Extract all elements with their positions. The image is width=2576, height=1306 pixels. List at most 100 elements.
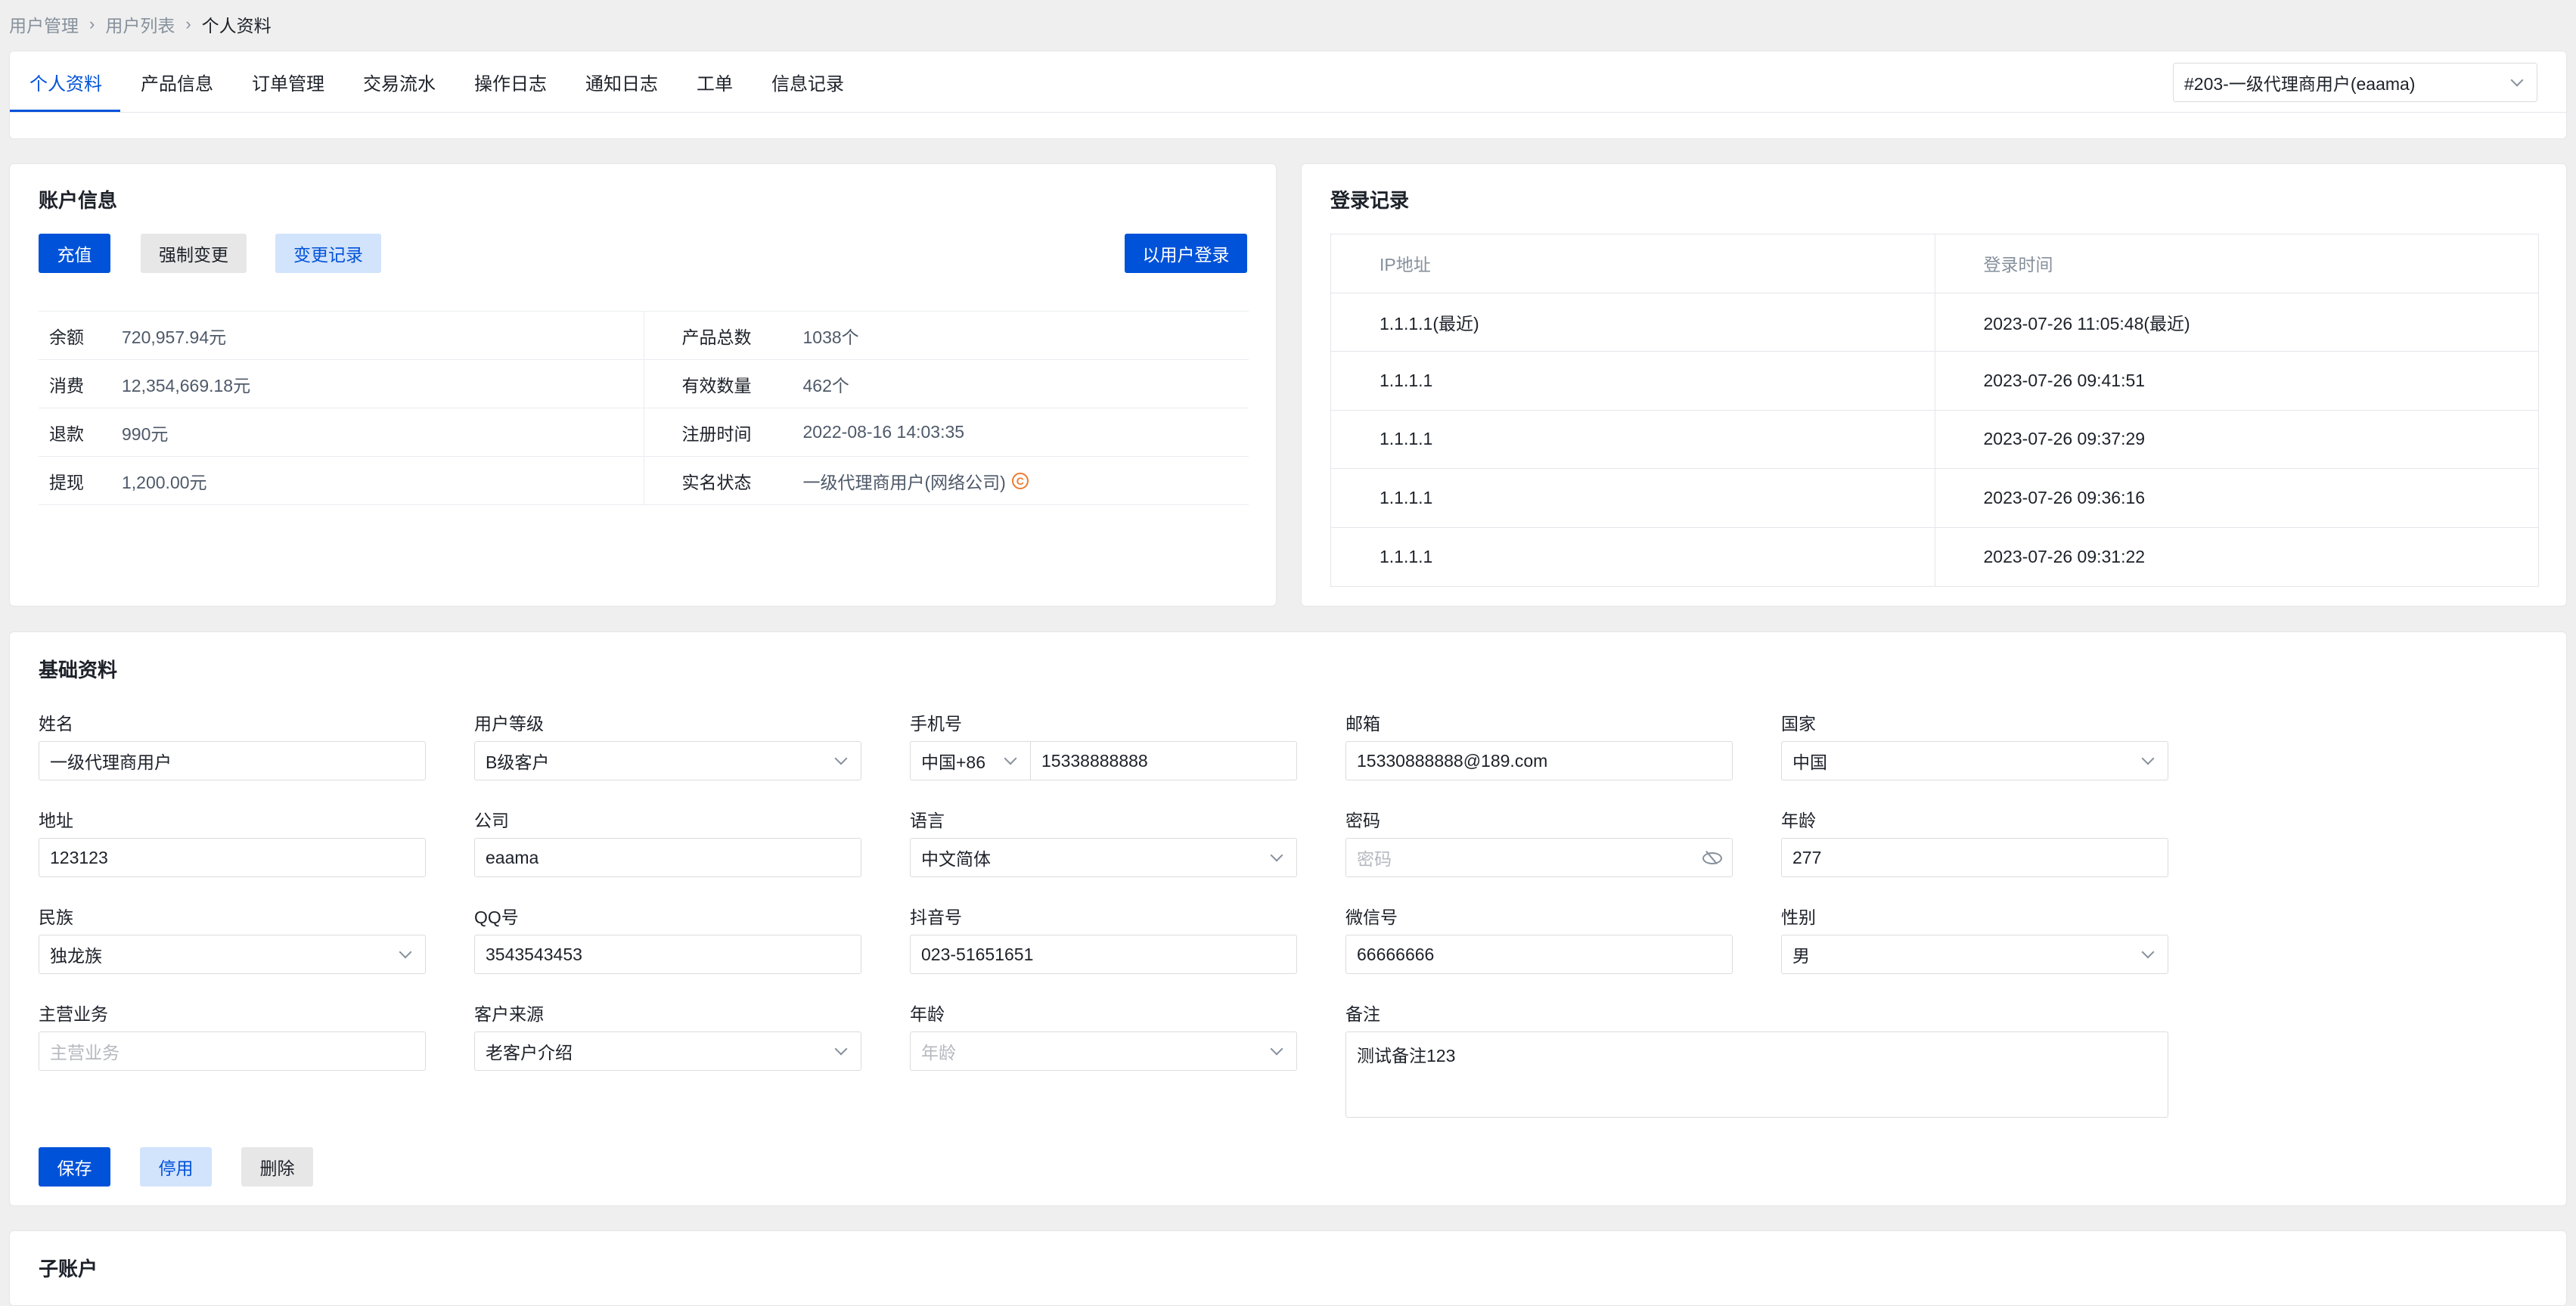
ip-cell: 1.1.1.1 bbox=[1331, 352, 1935, 410]
ip-cell: 1.1.1.1 bbox=[1331, 527, 1935, 586]
save-button[interactable]: 保存 bbox=[39, 1147, 110, 1187]
phone-label: 手机号 bbox=[910, 714, 962, 734]
sub-account-card: 子账户 bbox=[9, 1230, 2567, 1306]
register-time-label: 注册时间 bbox=[681, 423, 752, 444]
realname-status-label: 实名状态 bbox=[681, 472, 752, 492]
age2-select[interactable]: 年龄 bbox=[910, 1031, 1297, 1071]
tab-notification-log[interactable]: 通知日志 bbox=[585, 51, 658, 112]
douyin-label: 抖音号 bbox=[910, 907, 962, 927]
login-as-user-button[interactable]: 以用户登录 bbox=[1125, 234, 1247, 273]
age2-placeholder: 年龄 bbox=[921, 1043, 956, 1062]
tabs-divider bbox=[10, 112, 2566, 113]
password-placeholder: 密码 bbox=[1357, 849, 1392, 869]
delete-button[interactable]: 删除 bbox=[241, 1147, 313, 1187]
recharge-button[interactable]: 充值 bbox=[39, 234, 110, 273]
table-row: 1.1.1.1 2023-07-26 09:41:51 bbox=[1331, 352, 2538, 411]
address-input-value: 123123 bbox=[50, 847, 108, 867]
basic-info-card: 基础资料 姓名 一级代理商用户 用户等级 B级客户 手机号 中国+86 1533… bbox=[9, 631, 2567, 1206]
country-select[interactable]: 中国 bbox=[1781, 741, 2168, 780]
language-select[interactable]: 中文简体 bbox=[910, 838, 1297, 877]
ethnicity-select[interactable]: 独龙族 bbox=[39, 935, 426, 974]
ip-cell: 1.1.1.1 bbox=[1331, 469, 1935, 527]
age-label: 年龄 bbox=[1781, 811, 1816, 830]
tab-orders[interactable]: 订单管理 bbox=[252, 51, 324, 112]
name-input-value: 一级代理商用户 bbox=[50, 752, 172, 772]
qq-input[interactable]: 3543543453 bbox=[474, 935, 861, 974]
qq-input-value: 3543543453 bbox=[486, 944, 582, 964]
tab-message-records[interactable]: 信息记录 bbox=[771, 51, 844, 112]
table-header-row: IP地址 登录时间 bbox=[1331, 234, 2538, 293]
tabs-card: 个人资料 产品信息 订单管理 交易流水 操作日志 通知日志 工单 信息记录 #2… bbox=[9, 51, 2567, 139]
source-select-value: 老客户介绍 bbox=[486, 1043, 573, 1062]
user-select-value: #203-一级代理商用户(eaama) bbox=[2184, 74, 2416, 94]
douyin-input[interactable]: 023-51651651 bbox=[910, 935, 1297, 974]
gender-select[interactable]: 男 bbox=[1781, 935, 2168, 974]
breadcrumb: 用户管理 › 用户列表 › 个人资料 bbox=[9, 11, 272, 38]
email-input[interactable]: 15330888888@189.com bbox=[1345, 741, 1733, 780]
chevron-down-icon bbox=[2141, 752, 2155, 765]
level-label: 用户等级 bbox=[474, 714, 544, 734]
qq-label: QQ号 bbox=[474, 907, 519, 927]
phone-input-value: 15338888888 bbox=[1041, 750, 1148, 771]
ethnicity-select-value: 独龙族 bbox=[50, 946, 102, 966]
account-info-card: 账户信息 充值 强制变更 变更记录 以用户登录 余额 720,957.94元 产品… bbox=[9, 163, 1277, 606]
ethnicity-label: 民族 bbox=[39, 907, 73, 927]
phone-field: 中国+86 15338888888 bbox=[910, 741, 1297, 780]
password-input[interactable]: 密码 bbox=[1345, 838, 1733, 877]
disable-button[interactable]: 停用 bbox=[140, 1147, 212, 1187]
table-row: 1.1.1.1 2023-07-26 09:31:22 bbox=[1331, 527, 2538, 586]
wechat-label: 微信号 bbox=[1345, 907, 1398, 927]
info-row: 余额 720,957.94元 产品总数 1038个 bbox=[39, 312, 1249, 360]
age-input[interactable]: 277 bbox=[1781, 838, 2168, 877]
chevron-down-icon bbox=[834, 1042, 848, 1056]
wechat-input-value: 66666666 bbox=[1357, 944, 1435, 964]
tab-operation-log[interactable]: 操作日志 bbox=[474, 51, 547, 112]
force-change-button[interactable]: 强制变更 bbox=[141, 234, 247, 273]
source-label: 客户来源 bbox=[474, 1004, 544, 1024]
account-info-title: 账户信息 bbox=[39, 189, 118, 212]
phone-input[interactable]: 15338888888 bbox=[1031, 741, 1297, 780]
name-input[interactable]: 一级代理商用户 bbox=[39, 741, 426, 780]
eye-off-icon[interactable] bbox=[1702, 852, 1722, 864]
password-label: 密码 bbox=[1345, 811, 1380, 830]
email-input-value: 15330888888@189.com bbox=[1357, 750, 1548, 771]
user-select[interactable]: #203-一级代理商用户(eaama) bbox=[2173, 63, 2537, 102]
breadcrumb-user-list[interactable]: 用户列表 bbox=[105, 11, 175, 37]
wechat-input[interactable]: 66666666 bbox=[1345, 935, 1733, 974]
phone-code-value: 中国+86 bbox=[921, 752, 986, 772]
remark-textarea[interactable]: 测试备注123 bbox=[1345, 1031, 2168, 1118]
login-time-cell: 2023-07-26 09:36:16 bbox=[1983, 487, 2146, 507]
info-row: 提现 1,200.00元 实名状态 一级代理商用户(网络公司) C bbox=[39, 457, 1249, 505]
language-label: 语言 bbox=[910, 811, 945, 830]
tab-products[interactable]: 产品信息 bbox=[141, 51, 213, 112]
chevron-right-icon: › bbox=[89, 14, 95, 33]
info-row: 消费 12,354,669.18元 有效数量 462个 bbox=[39, 360, 1249, 408]
tab-bar: 个人资料 产品信息 订单管理 交易流水 操作日志 通知日志 工单 信息记录 bbox=[10, 51, 883, 112]
login-record-title: 登录记录 bbox=[1330, 189, 1410, 212]
tab-transactions[interactable]: 交易流水 bbox=[363, 51, 436, 112]
chevron-right-icon: › bbox=[185, 14, 191, 33]
chevron-down-icon bbox=[399, 945, 412, 959]
company-input[interactable]: eaama bbox=[474, 838, 861, 877]
refund-value: 990元 bbox=[122, 423, 169, 444]
login-record-table: IP地址 登录时间 1.1.1.1(最近) 2023-07-26 11:05:4… bbox=[1330, 234, 2539, 587]
source-select[interactable]: 老客户介绍 bbox=[474, 1031, 861, 1071]
chevron-down-icon bbox=[2510, 73, 2524, 87]
balance-value: 720,957.94元 bbox=[122, 327, 227, 347]
tab-profile[interactable]: 个人资料 bbox=[10, 51, 120, 112]
gender-select-value: 男 bbox=[1792, 946, 1810, 966]
tab-tickets[interactable]: 工单 bbox=[697, 51, 733, 112]
address-input[interactable]: 123123 bbox=[39, 838, 426, 877]
info-row: 退款 990元 注册时间 2022-08-16 14:03:35 bbox=[39, 408, 1249, 457]
login-time-cell: 2023-07-26 09:41:51 bbox=[1983, 370, 2146, 390]
business-placeholder: 主营业务 bbox=[50, 1043, 119, 1062]
breadcrumb-user-management[interactable]: 用户管理 bbox=[9, 11, 79, 37]
certified-icon[interactable]: C bbox=[1011, 472, 1029, 489]
product-total-value: 1038个 bbox=[802, 327, 859, 347]
chevron-down-icon bbox=[1270, 1042, 1283, 1056]
change-log-button[interactable]: 变更记录 bbox=[275, 234, 381, 273]
level-select[interactable]: B级客户 bbox=[474, 741, 861, 780]
product-total-label: 产品总数 bbox=[681, 327, 752, 347]
business-input[interactable]: 主营业务 bbox=[39, 1031, 426, 1071]
phone-code-select[interactable]: 中国+86 bbox=[910, 741, 1031, 780]
